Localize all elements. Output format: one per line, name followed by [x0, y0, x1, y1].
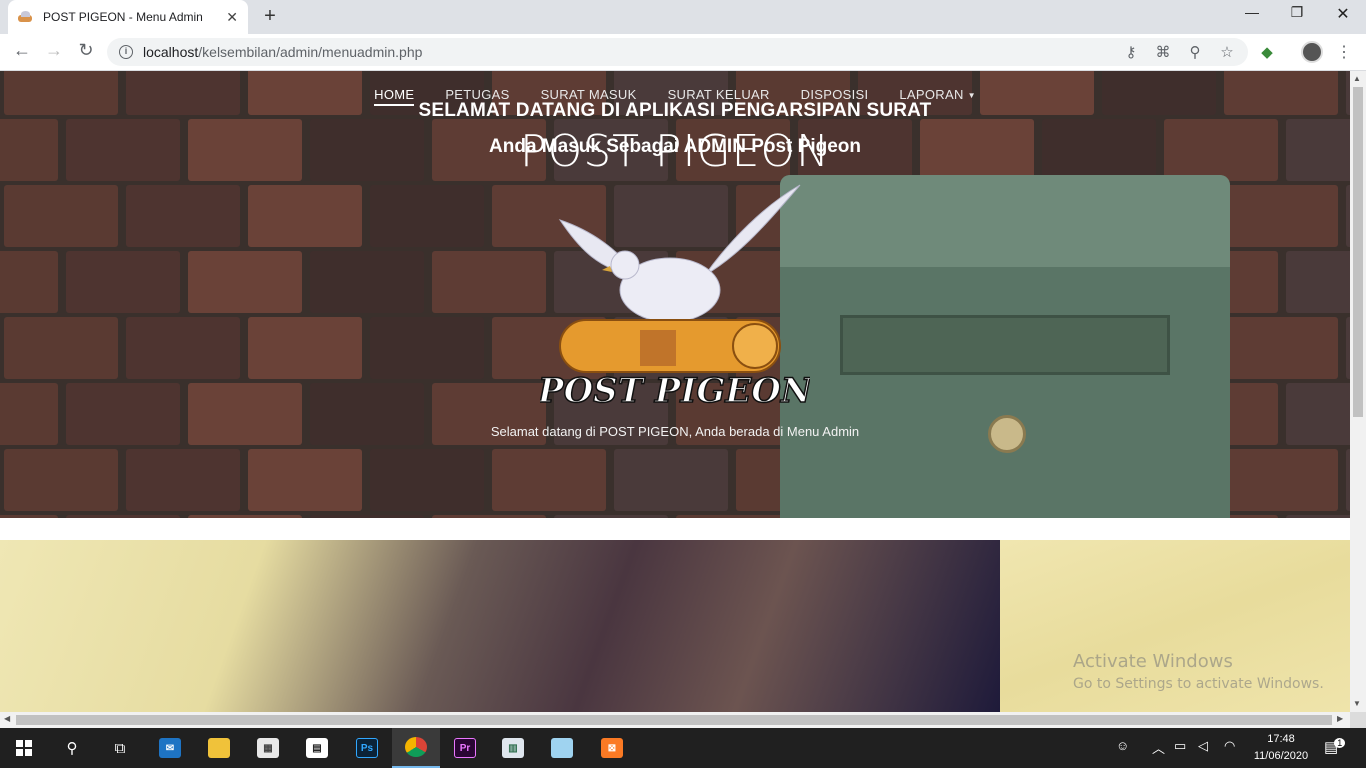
activate-windows-title: Activate Windows	[1073, 651, 1233, 672]
section-subheading: Anda Masuk Sebagai ADMIN Post Pigeon	[489, 136, 861, 157]
pigeon-favicon-icon	[18, 11, 34, 23]
brick	[1286, 515, 1350, 518]
brick	[370, 449, 484, 511]
battery-icon[interactable]: ▭	[1174, 738, 1186, 754]
mail-icon[interactable]: ✉	[146, 728, 194, 768]
address-bar[interactable]: i localhost/kelsembilan/admin/menuadmin.…	[107, 38, 1248, 66]
brick	[1224, 449, 1338, 511]
brick	[126, 185, 240, 247]
brick	[188, 515, 302, 518]
brick	[554, 515, 668, 518]
url-host: localhost	[143, 44, 199, 60]
app-icon[interactable]: ▥	[489, 728, 537, 768]
post-pigeon-logo: POST PIGEON	[540, 184, 810, 412]
key-icon[interactable]: ⚷	[1121, 43, 1141, 61]
file-explorer-icon[interactable]	[195, 728, 243, 768]
brick	[0, 515, 58, 518]
scrollbar-corner	[1350, 712, 1366, 728]
brick	[0, 251, 58, 313]
brick	[126, 317, 240, 379]
vertical-scrollbar[interactable]: ▲ ▼	[1350, 71, 1366, 712]
new-tab-button[interactable]: +	[258, 5, 282, 28]
taskbar-clock[interactable]: 17:48 11/06/2020	[1248, 731, 1314, 765]
clock-time: 17:48	[1267, 733, 1295, 745]
logo-text: POST PIGEON	[540, 371, 810, 411]
translate-icon[interactable]: ⌘	[1153, 43, 1173, 61]
brick	[676, 515, 790, 518]
notification-count: 1	[1334, 738, 1346, 748]
xampp-icon[interactable]: ⊠	[588, 728, 636, 768]
browser-tab[interactable]: POST PIGEON - Menu Admin ✕	[8, 0, 248, 34]
scroll-up-icon[interactable]: ▲	[1353, 74, 1361, 83]
brick	[432, 251, 546, 313]
brick	[1224, 317, 1338, 379]
brick	[432, 515, 546, 518]
brick	[66, 251, 180, 313]
brick	[4, 185, 118, 247]
chrome-icon[interactable]	[392, 728, 440, 768]
task-view-icon[interactable]: ⧉	[96, 728, 144, 768]
brick	[248, 185, 362, 247]
brick	[248, 317, 362, 379]
brick	[370, 317, 484, 379]
url-path: /kelsembilan/admin/menuadmin.php	[198, 44, 423, 60]
premiere-icon[interactable]: Pr	[441, 728, 489, 768]
notification-icon[interactable]: ▤1	[1324, 738, 1346, 756]
restore-button[interactable]: ❐	[1274, 4, 1320, 21]
minimize-button[interactable]: —	[1229, 4, 1275, 20]
brick	[310, 251, 424, 313]
vertical-scroll-thumb[interactable]	[1353, 87, 1363, 417]
scroll-down-icon[interactable]: ▼	[1353, 699, 1361, 708]
volume-icon[interactable]: ◁	[1198, 738, 1208, 754]
reload-button[interactable]: ↻	[73, 40, 99, 61]
close-window-button[interactable]: ✕	[1320, 4, 1366, 24]
brick	[248, 449, 362, 511]
mailbox-image	[780, 175, 1230, 518]
search-icon[interactable]: ⚲	[48, 728, 96, 768]
scroll-right-icon[interactable]: ▶	[1337, 714, 1343, 723]
caret-down-icon: ▼	[967, 91, 976, 101]
show-hidden-icons[interactable]: ︿	[1152, 738, 1165, 757]
brick	[66, 515, 180, 518]
activate-windows-hint: Go to Settings to activate Windows.	[1073, 676, 1324, 692]
people-icon[interactable]: ☺	[1116, 738, 1129, 753]
site-info-icon[interactable]: i	[119, 45, 133, 59]
forward-button[interactable]: →	[41, 40, 67, 61]
notepad-icon[interactable]	[538, 728, 586, 768]
brick	[614, 449, 728, 511]
back-button[interactable]: ←	[9, 40, 35, 61]
start-icon[interactable]	[0, 728, 48, 768]
brick	[310, 515, 424, 518]
store-icon[interactable]: ▦	[244, 728, 292, 768]
browser-menu-icon[interactable]: ⋮	[1336, 42, 1352, 62]
clock-date: 11/06/2020	[1253, 750, 1309, 762]
video-editor-icon[interactable]: ▤	[293, 728, 341, 768]
welcome-text: Selamat datang di POST PIGEON, Anda bera…	[490, 424, 860, 439]
letters-background-image	[0, 540, 1000, 712]
scroll-left-icon[interactable]: ◀	[4, 714, 10, 723]
star-icon[interactable]: ☆	[1217, 43, 1237, 61]
extension-icon[interactable]: ◆	[1257, 43, 1277, 61]
horizontal-scroll-thumb[interactable]	[16, 715, 1332, 725]
brick	[370, 185, 484, 247]
brick	[126, 449, 240, 511]
tab-title: POST PIGEON - Menu Admin	[43, 10, 203, 24]
brick	[4, 449, 118, 511]
photoshop-icon[interactable]: Ps	[343, 728, 391, 768]
tab-close-icon[interactable]: ✕	[226, 9, 238, 26]
brick	[188, 251, 302, 313]
section-heading: SELAMAT DATANG DI APLIKASI PENGARSIPAN S…	[418, 100, 932, 121]
brick	[1224, 185, 1338, 247]
brick	[4, 317, 118, 379]
brick	[492, 449, 606, 511]
brick	[1286, 251, 1350, 313]
horizontal-scrollbar[interactable]: ◀ ▶	[0, 712, 1350, 728]
wifi-icon[interactable]: ◠	[1224, 738, 1235, 754]
zoom-icon[interactable]: ⚲	[1185, 43, 1205, 61]
profile-avatar[interactable]	[1301, 41, 1323, 63]
